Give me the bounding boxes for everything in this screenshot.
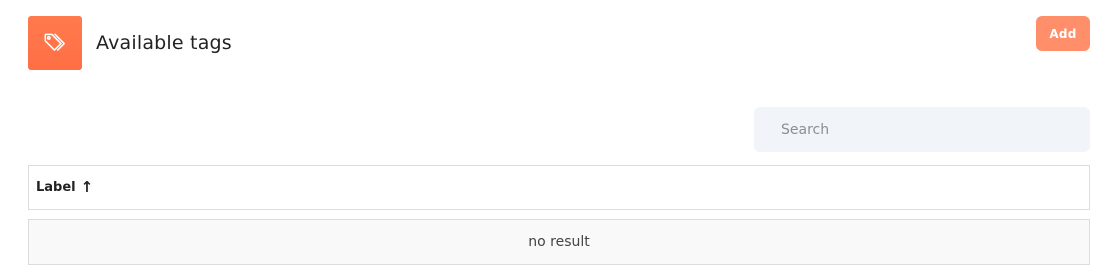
tags-badge xyxy=(28,16,82,70)
page-title: Available tags xyxy=(96,32,232,54)
tags-icon xyxy=(44,33,65,51)
tags-panel: Available tags Add Label ↑ no result xyxy=(28,16,1090,266)
empty-state-row: no result xyxy=(28,219,1090,265)
column-header-label-text: Label xyxy=(36,180,76,195)
search-box xyxy=(754,107,1090,152)
add-button[interactable]: Add xyxy=(1036,16,1090,51)
empty-state-text: no result xyxy=(528,234,590,250)
search-input[interactable] xyxy=(754,107,1090,152)
column-header-label[interactable]: Label ↑ xyxy=(36,178,94,196)
table-header: Label ↑ xyxy=(28,165,1090,210)
sort-ascending-icon: ↑ xyxy=(80,178,94,196)
